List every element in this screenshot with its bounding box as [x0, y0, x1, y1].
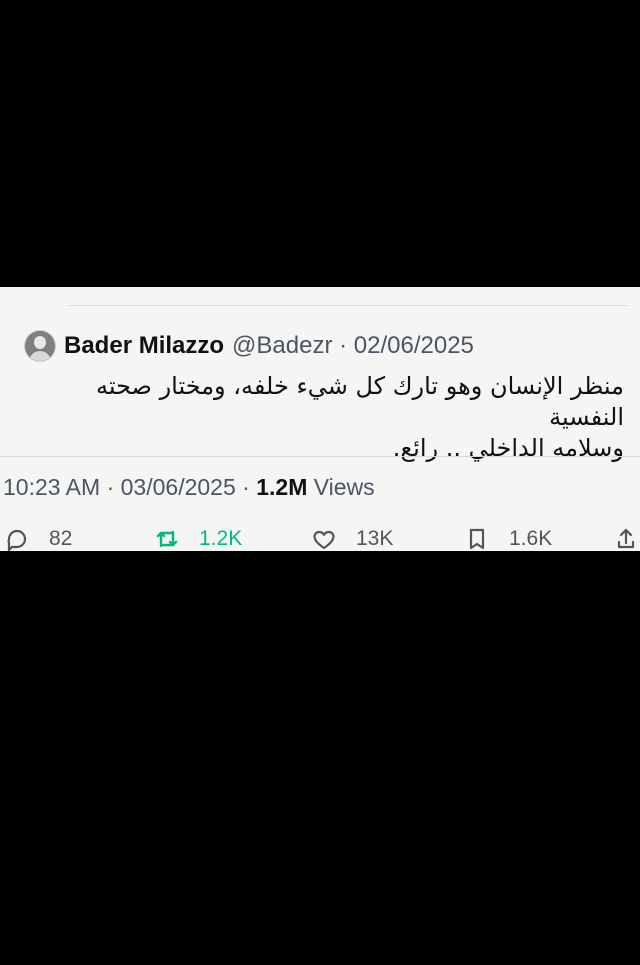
heart-icon: [312, 527, 336, 551]
author-meta: @Badezr · 02/06/2025: [232, 332, 474, 360]
author-name[interactable]: Bader Milazzo: [64, 332, 224, 360]
screenshot-frame: Bader Milazzo @Badezr · 02/06/2025 منظر …: [0, 0, 640, 965]
tweet-body: منظر الإنسان وهو تارك كل شيء خلفه، ومختا…: [24, 371, 624, 464]
author-avatar[interactable]: [24, 330, 56, 362]
avatar-head-shape: [34, 336, 46, 349]
author-row: Bader Milazzo @Badezr · 02/06/2025: [24, 329, 632, 363]
retweet-icon: [155, 527, 179, 551]
tweet-content: Bader Milazzo @Badezr · 02/06/2025 منظر …: [24, 329, 632, 464]
comment-icon: [5, 527, 29, 551]
meta-separator: ·: [339, 332, 348, 359]
section-divider: [0, 456, 640, 457]
author-handle[interactable]: @Badezr: [232, 332, 332, 359]
avatar-body-shape: [29, 351, 51, 361]
tweet-posted-date[interactable]: 03/06/2025: [121, 474, 236, 500]
views-count: 1.2M: [256, 474, 308, 500]
share-icon: [614, 527, 638, 551]
tweet-text-line-2: وسلامه الداخلي .. رائع.: [392, 434, 624, 462]
like-count: 13K: [356, 527, 394, 550]
tweet-time[interactable]: 10:23 AM: [3, 474, 100, 500]
reply-count: 82: [49, 527, 73, 550]
bookmark-count: 1.6K: [509, 527, 553, 550]
tweet-text-line-1: منظر الإنسان وهو تارك كل شيء خلفه، ومختا…: [95, 372, 624, 431]
reply-button[interactable]: 82: [5, 527, 72, 551]
like-button[interactable]: 13K: [312, 527, 393, 551]
share-button[interactable]: [614, 527, 638, 551]
retweet-count: 1.2K: [199, 527, 243, 550]
retweet-button[interactable]: 1.2K: [155, 527, 242, 551]
tweet-actions-bar: 82 1.2K 13K 1.6K: [0, 527, 640, 551]
card-top-divider: [68, 305, 628, 306]
bookmark-button[interactable]: 1.6K: [465, 527, 552, 551]
timestamp-row: 10:23 AM · 03/06/2025 · 1.2M Views: [3, 474, 375, 501]
timestamp-separator-1: ·: [106, 474, 115, 500]
timestamp-separator-2: ·: [242, 474, 250, 500]
tweet-card[interactable]: Bader Milazzo @Badezr · 02/06/2025 منظر …: [0, 287, 640, 551]
author-date: 02/06/2025: [353, 332, 474, 359]
views-label: Views: [313, 474, 375, 500]
bookmark-icon: [465, 527, 489, 551]
